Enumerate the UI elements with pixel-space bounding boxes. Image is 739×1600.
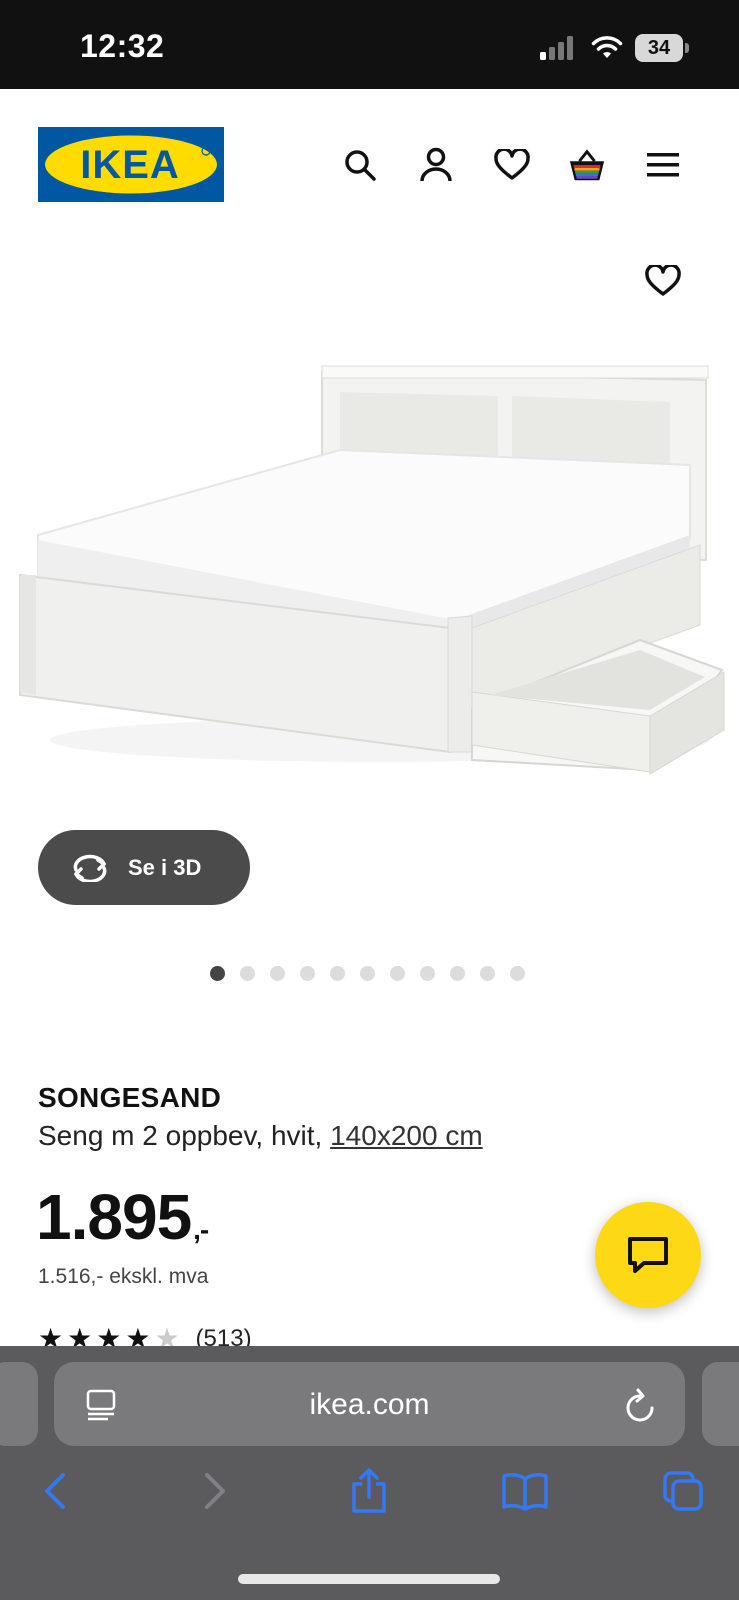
carousel-dot[interactable] bbox=[480, 966, 495, 981]
carousel-dot[interactable] bbox=[420, 966, 435, 981]
cellular-signal-icon bbox=[540, 36, 573, 60]
product-size-link[interactable]: 140x200 cm bbox=[330, 1120, 483, 1151]
carousel-dot[interactable] bbox=[300, 966, 315, 981]
home-indicator[interactable] bbox=[238, 1574, 500, 1584]
product-description: Seng m 2 oppbev, hvit, 140x200 cm bbox=[38, 1120, 483, 1152]
chat-button[interactable] bbox=[595, 1202, 701, 1308]
product-desc-text: Seng m 2 oppbev, hvit, bbox=[38, 1120, 331, 1151]
svg-text:IKEA: IKEA bbox=[80, 143, 180, 187]
heart-icon[interactable] bbox=[493, 146, 531, 184]
basket-icon[interactable] bbox=[568, 146, 606, 184]
carousel-dot[interactable] bbox=[210, 966, 225, 981]
rotate-3d-icon bbox=[73, 854, 107, 882]
price-suffix: ,- bbox=[193, 1214, 209, 1245]
view-3d-label: Se i 3D bbox=[128, 854, 202, 880]
wifi-icon bbox=[591, 36, 623, 58]
next-tab-preview[interactable] bbox=[702, 1362, 739, 1446]
carousel-dot[interactable] bbox=[510, 966, 525, 981]
menu-icon[interactable] bbox=[644, 146, 682, 184]
image-carousel-dots[interactable] bbox=[210, 966, 525, 981]
carousel-dot[interactable] bbox=[390, 966, 405, 981]
chat-icon bbox=[628, 1237, 668, 1273]
product-image[interactable] bbox=[0, 240, 739, 840]
price-value: 1.895 bbox=[36, 1181, 192, 1253]
forward-icon[interactable] bbox=[190, 1466, 240, 1516]
carousel-dot[interactable] bbox=[240, 966, 255, 981]
status-time: 12:32 bbox=[80, 28, 165, 64]
carousel-dot[interactable] bbox=[330, 966, 345, 981]
carousel-dot[interactable] bbox=[270, 966, 285, 981]
reload-icon[interactable] bbox=[624, 1386, 658, 1424]
battery-icon: 34 bbox=[635, 34, 689, 62]
url-text: ikea.com bbox=[309, 1388, 430, 1421]
account-icon[interactable] bbox=[417, 146, 455, 184]
carousel-dot[interactable] bbox=[450, 966, 465, 981]
search-icon[interactable] bbox=[341, 146, 379, 184]
back-icon[interactable] bbox=[30, 1466, 80, 1516]
product-name: SONGESAND bbox=[38, 1082, 222, 1113]
address-bar[interactable]: ikea.com bbox=[54, 1362, 685, 1446]
share-icon[interactable] bbox=[344, 1466, 394, 1516]
price-excl-vat: 1.516,- ekskl. mva bbox=[38, 1265, 209, 1288]
browser-toolbar: ikea.com bbox=[0, 1346, 739, 1600]
carousel-dot[interactable] bbox=[360, 966, 375, 981]
site-header: IKEA bbox=[0, 89, 739, 239]
product-price: 1.895,- bbox=[36, 1180, 209, 1254]
view-3d-button[interactable]: Se i 3D bbox=[38, 830, 250, 905]
ikea-logo[interactable]: IKEA bbox=[38, 127, 224, 202]
tabs-icon[interactable] bbox=[658, 1466, 708, 1516]
previous-tab-preview[interactable] bbox=[0, 1362, 38, 1446]
status-bar: 12:32 34 bbox=[0, 0, 739, 89]
battery-level: 34 bbox=[635, 34, 683, 62]
bookmarks-icon[interactable] bbox=[500, 1466, 550, 1516]
favorite-heart-icon[interactable] bbox=[640, 258, 686, 304]
